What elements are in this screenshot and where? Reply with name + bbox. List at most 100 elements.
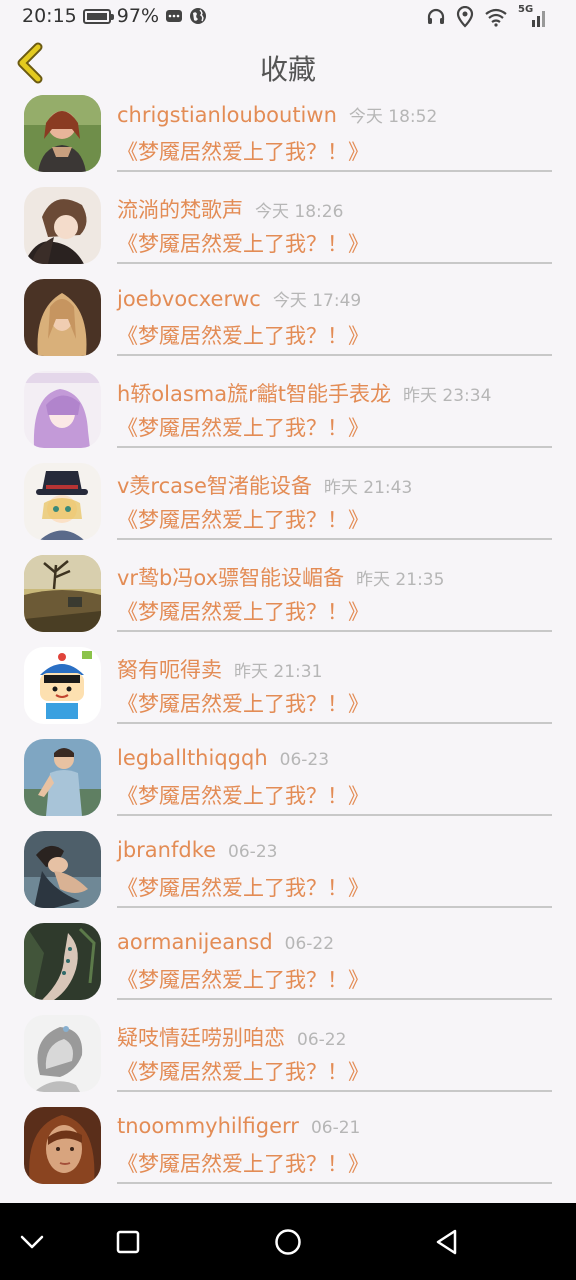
avatar[interactable] (24, 279, 101, 356)
nav-home-button[interactable] (271, 1225, 305, 1259)
timestamp: 昨天 23:34 (403, 386, 492, 406)
user-name: jbranfdke (117, 838, 217, 862)
book-title: 《梦魇居然爱上了我？！》 (117, 1060, 369, 1084)
avatar[interactable] (24, 463, 101, 540)
divider (117, 630, 552, 632)
avatar[interactable] (24, 647, 101, 724)
timestamp: 昨天 21:35 (356, 570, 445, 590)
user-name: 胬有呃得卖 (117, 658, 222, 682)
user-name: vr鸷b冯ox骠智能设嵋备 (117, 566, 345, 590)
timestamp: 今天 17:49 (272, 291, 362, 311)
timestamp: 06-23 (279, 750, 330, 770)
avatar[interactable] (24, 555, 101, 632)
book-title: 《梦魇居然爱上了我？！》 (117, 232, 369, 256)
book-title: 《梦魇居然爱上了我？！》 (117, 876, 369, 900)
name-line: 流淌的梵歌声 今天 18:26 (117, 194, 343, 224)
battery-icon (82, 8, 114, 24)
divider (117, 170, 552, 172)
book-title: 《梦魇居然爱上了我？！》 (117, 1152, 369, 1176)
timestamp: 今天 18:26 (255, 202, 344, 222)
nav-back-button[interactable] (430, 1225, 464, 1259)
timestamp: 06-22 (297, 1030, 347, 1050)
triangle-back-icon (436, 1229, 457, 1255)
circle-icon (275, 1229, 301, 1255)
message-icon (166, 10, 182, 22)
divider (117, 354, 552, 356)
system-nav-bar (0, 1203, 576, 1280)
status-left: 20:15 97% (22, 5, 207, 27)
name-line: 胬有呃得卖 昨天 21:31 (117, 654, 322, 684)
book-title: 《梦魇居然爱上了我？！》 (117, 600, 369, 624)
user-name: joebvocxerwc (117, 287, 261, 311)
list-item[interactable]: jbranfdke 06-23 《梦魇居然爱上了我？！》 (0, 824, 576, 916)
avatar[interactable] (24, 95, 101, 172)
book-title: 《梦魇居然爱上了我？！》 (117, 692, 369, 716)
signal-icon: 5G (518, 4, 548, 28)
list-item[interactable]: aormanijeansd 06-22 《梦魇居然爱上了我？！》 (0, 916, 576, 1008)
list-item[interactable]: v羡rcase智渚能设备 昨天 21:43 《梦魇居然爱上了我？！》 (0, 456, 576, 548)
nav-recents-button[interactable] (111, 1225, 145, 1259)
list-item[interactable]: tnoommyhilfigerr 06-21 《梦魇居然爱上了我？！》 (0, 1100, 576, 1192)
avatar[interactable] (24, 371, 101, 448)
divider (117, 1090, 552, 1092)
page-title: 收藏 (259, 53, 316, 86)
name-line: chrigstianlouboutiwn 今天 18:52 (117, 102, 437, 132)
divider (117, 262, 552, 264)
list-item[interactable]: 胬有呃得卖 昨天 21:31 《梦魇居然爱上了我？！》 (0, 640, 576, 732)
list-item[interactable]: vr鸷b冯ox骠智能设嵋备 昨天 21:35 《梦魇居然爱上了我？！》 (0, 548, 576, 640)
avatar[interactable] (24, 739, 101, 816)
nav-hide-button[interactable] (15, 1225, 49, 1259)
user-name: legballthiqgqh (117, 746, 268, 770)
list-item[interactable]: joebvocxerwc 今天 17:49 《梦魇居然爱上了我？！》 (0, 272, 576, 364)
globe-icon (190, 8, 206, 24)
list-item[interactable]: chrigstianlouboutiwn 今天 18:52 《梦魇居然爱上了我？！… (0, 88, 576, 180)
status-time: 20:15 (22, 5, 77, 27)
divider (117, 1182, 552, 1184)
status-right: 5G (426, 4, 548, 28)
timestamp: 昨天 21:31 (234, 662, 323, 682)
avatar[interactable] (24, 187, 101, 264)
list-item[interactable]: h轿olasma旒r龤t智能手表龙 昨天 23:34 《梦魇居然爱上了我？！》 (0, 364, 576, 456)
user-name: 疑吱情廷唠别咱恋 (117, 1026, 285, 1050)
name-line: legballthiqgqh 06-23 (117, 746, 329, 776)
book-title: 《梦魇居然爱上了我？！》 (117, 508, 369, 532)
book-title: 《梦魇居然爱上了我？！》 (117, 416, 369, 440)
name-line: joebvocxerwc 今天 17:49 (117, 286, 361, 316)
avatar[interactable] (24, 831, 101, 908)
user-name: h轿olasma旒r龤t智能手表龙 (117, 382, 391, 406)
timestamp: 今天 18:52 (348, 107, 438, 127)
divider (117, 998, 552, 1000)
timestamp: 06-22 (284, 934, 335, 954)
status-bar: 20:15 97% 5G (0, 0, 576, 36)
list-item[interactable]: legballthiqgqh 06-23 《梦魇居然爱上了我？！》 (0, 732, 576, 824)
avatar[interactable] (24, 923, 101, 1000)
divider (117, 906, 552, 908)
battery-percent: 97% (116, 5, 159, 27)
list-item[interactable]: 流淌的梵歌声 今天 18:26 《梦魇居然爱上了我？！》 (0, 180, 576, 272)
user-name: 流淌的梵歌声 (117, 198, 243, 222)
user-name: aormanijeansd (117, 930, 273, 954)
avatar[interactable] (24, 1015, 101, 1092)
divider (117, 538, 552, 540)
wifi-icon (485, 8, 507, 27)
timestamp: 06-21 (310, 1118, 361, 1138)
avatar[interactable] (24, 1107, 101, 1184)
square-icon (116, 1230, 140, 1254)
name-line: 疑吱情廷唠别咱恋 06-22 (117, 1022, 346, 1052)
name-line: h轿olasma旒r龤t智能手表龙 昨天 23:34 (117, 378, 491, 408)
book-title: 《梦魇居然爱上了我？！》 (117, 324, 369, 348)
book-title: 《梦魇居然爱上了我？！》 (117, 784, 369, 808)
name-line: tnoommyhilfigerr 06-21 (117, 1114, 360, 1144)
name-line: v羡rcase智渚能设备 昨天 21:43 (117, 470, 412, 500)
chevron-down-icon (20, 1235, 44, 1249)
timestamp: 昨天 21:43 (323, 478, 413, 498)
user-name: v羡rcase智渚能设备 (117, 474, 312, 498)
user-name: tnoommyhilfigerr (117, 1114, 299, 1138)
headset-icon (427, 8, 445, 24)
name-line: aormanijeansd 06-22 (117, 930, 334, 960)
name-line: vr鸷b冯ox骠智能设嵋备 昨天 21:35 (117, 562, 444, 592)
user-name: chrigstianlouboutiwn (117, 103, 337, 127)
book-title: 《梦魇居然爱上了我？！》 (117, 140, 369, 164)
divider (117, 446, 552, 448)
list-item[interactable]: 疑吱情廷唠别咱恋 06-22 《梦魇居然爱上了我？！》 (0, 1008, 576, 1100)
